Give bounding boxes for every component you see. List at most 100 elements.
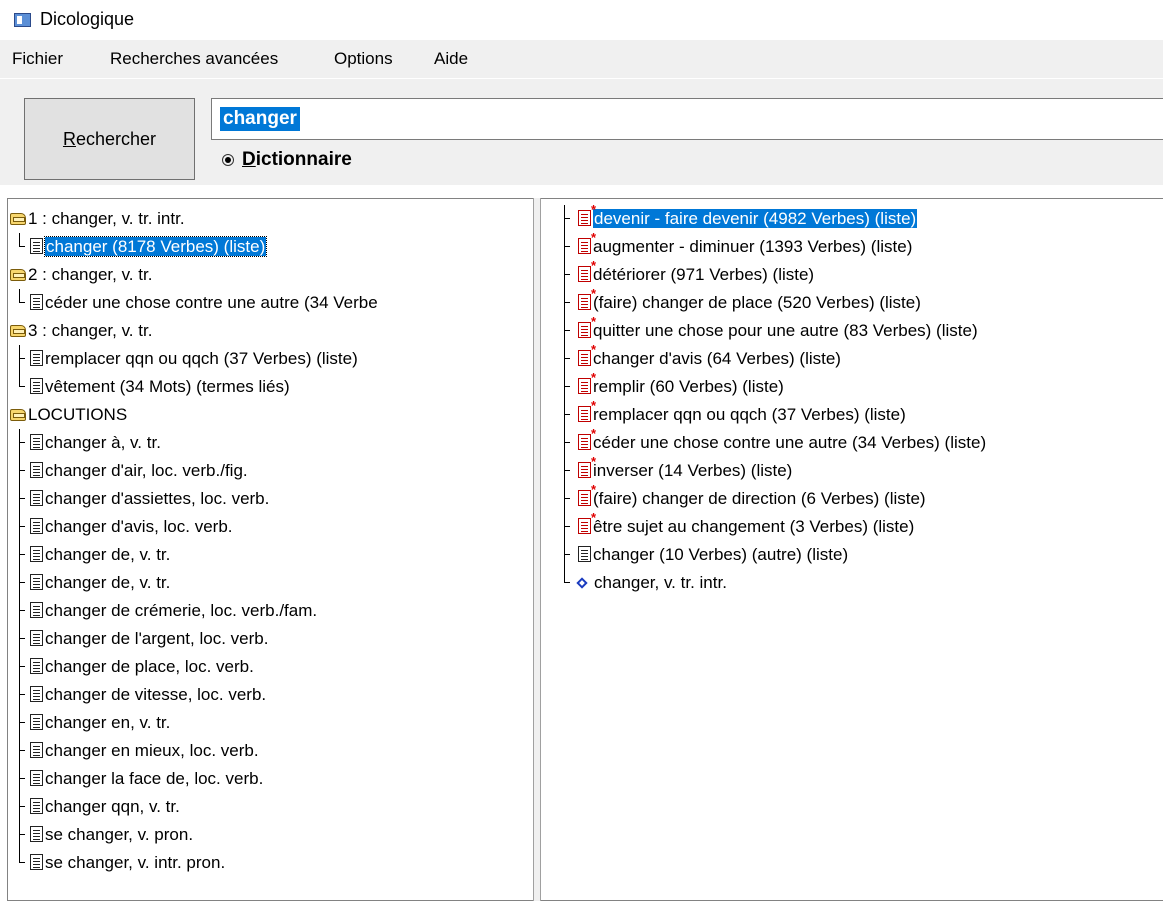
- tree-node-locutions[interactable]: LOCUTIONS: [10, 401, 127, 429]
- tree-node-label: 1 : changer, v. tr. intr.: [28, 209, 185, 228]
- tree-node-label: LOCUTIONS: [28, 405, 128, 424]
- document-icon: [30, 630, 43, 646]
- tree-connector: [14, 233, 25, 261]
- related-item-label: (faire) changer de place (520 Verbes) (l…: [593, 293, 921, 312]
- menu-aide[interactable]: Aide: [434, 49, 468, 69]
- related-item-label: remplir (60 Verbes) (liste): [593, 377, 784, 396]
- tree-node-sense-2[interactable]: 2 : changer, v. tr.: [10, 261, 152, 289]
- tree-leaf[interactable]: changer qqn, v. tr.: [30, 793, 180, 821]
- tree-connector: [559, 513, 570, 541]
- tree-leaf[interactable]: se changer, v. intr. pron.: [30, 849, 225, 877]
- tree-connector: [559, 429, 570, 457]
- related-item-label: changer d'avis (64 Verbes) (liste): [593, 349, 841, 368]
- tree-leaf-label: changer de vitesse, loc. verb.: [45, 685, 267, 704]
- document-icon: [30, 686, 43, 702]
- tree-connector: [14, 429, 25, 457]
- document-icon: [578, 546, 591, 562]
- related-item[interactable]: quitter une chose pour une autre (83 Ver…: [578, 315, 978, 345]
- related-item[interactable]: remplacer qqn ou qqch (37 Verbes) (liste…: [578, 399, 906, 429]
- tree-leaf-label: remplacer qqn ou qqch (37 Verbes) (liste…: [45, 349, 358, 368]
- related-item[interactable]: changer (10 Verbes) (autre) (liste): [578, 541, 848, 569]
- tree-connector: [14, 737, 25, 765]
- tree-connector: [559, 317, 570, 345]
- radio-label: Dictionnaire: [242, 149, 352, 171]
- search-input[interactable]: changer: [211, 98, 1163, 140]
- search-button[interactable]: Rechercher: [24, 98, 195, 180]
- open-folder-icon: [10, 269, 26, 281]
- tree-connector: [559, 569, 570, 597]
- related-item-label: céder une chose contre une autre (34 Ver…: [593, 433, 987, 452]
- red-document-icon: [578, 203, 596, 226]
- tree-leaf-label: changer de l'argent, loc. verb.: [45, 629, 269, 648]
- tree-leaf[interactable]: changer de l'argent, loc. verb.: [30, 625, 268, 653]
- document-icon: [30, 294, 43, 310]
- tree-connector: [14, 597, 25, 625]
- definition-tree[interactable]: 1 : changer, v. tr. intr. changer (8178 …: [7, 198, 540, 901]
- red-document-icon: [578, 231, 596, 254]
- tree-connector: [14, 793, 25, 821]
- tree-leaf[interactable]: changer (8178 Verbes) (liste): [30, 233, 268, 261]
- tree-leaf[interactable]: vêtement (34 Mots) (termes liés): [30, 373, 290, 401]
- related-item-definition[interactable]: changer, v. tr. intr.: [574, 569, 727, 597]
- tree-leaf[interactable]: changer à, v. tr.: [30, 429, 161, 457]
- tree-leaf[interactable]: changer la face de, loc. verb.: [30, 765, 263, 793]
- tree-leaf[interactable]: changer en, v. tr.: [30, 709, 170, 737]
- tree-node-label: 2 : changer, v. tr.: [28, 265, 153, 284]
- tree-leaf[interactable]: changer en mieux, loc. verb.: [30, 737, 259, 765]
- tree-connector: [14, 373, 25, 401]
- menu-options[interactable]: Options: [334, 49, 393, 69]
- tree-connector: [559, 457, 570, 485]
- tree-connector: [14, 765, 25, 793]
- related-item[interactable]: changer d'avis (64 Verbes) (liste): [578, 343, 841, 373]
- tree-connector: [14, 289, 25, 317]
- tree-leaf[interactable]: changer de vitesse, loc. verb.: [30, 681, 266, 709]
- search-button-mnemonic: R: [62, 128, 76, 149]
- pane-splitter[interactable]: [533, 198, 541, 901]
- tree-connector: [559, 345, 570, 373]
- tree-leaf-label: changer en mieux, loc. verb.: [45, 741, 259, 760]
- tree-node-sense-1[interactable]: 1 : changer, v. tr. intr.: [10, 205, 185, 233]
- tree-leaf[interactable]: remplacer qqn ou qqch (37 Verbes) (liste…: [30, 345, 358, 373]
- open-folder-icon: [10, 325, 26, 337]
- related-item[interactable]: augmenter - diminuer (1393 Verbes) (list…: [578, 231, 912, 261]
- tree-leaf[interactable]: changer de crémerie, loc. verb./fam.: [30, 597, 317, 625]
- related-item-label: quitter une chose pour une autre (83 Ver…: [593, 321, 978, 340]
- red-document-icon: [578, 259, 596, 282]
- tree-leaf[interactable]: changer de place, loc. verb.: [30, 653, 254, 681]
- tree-leaf[interactable]: changer d'avis, loc. verb.: [30, 513, 233, 541]
- menu-recherches-avancees[interactable]: Recherches avancées: [110, 49, 278, 69]
- tree-connector: [559, 233, 570, 261]
- related-list[interactable]: devenir - faire devenir (4982 Verbes) (l…: [541, 198, 1163, 901]
- document-icon: [30, 770, 43, 786]
- menu-fichier[interactable]: Fichier: [12, 49, 63, 69]
- related-item[interactable]: céder une chose contre une autre (34 Ver…: [578, 427, 987, 457]
- document-icon: [30, 602, 43, 618]
- related-item[interactable]: (faire) changer de place (520 Verbes) (l…: [578, 287, 921, 317]
- related-item[interactable]: inverser (14 Verbes) (liste): [578, 455, 792, 485]
- dictionnaire-radio[interactable]: Dictionnaire: [222, 149, 352, 171]
- open-folder-icon: [10, 213, 26, 225]
- related-item[interactable]: être sujet au changement (3 Verbes) (lis…: [578, 511, 914, 541]
- document-icon: [30, 798, 43, 814]
- related-item[interactable]: devenir - faire devenir (4982 Verbes) (l…: [578, 203, 918, 233]
- tree-leaf[interactable]: se changer, v. pron.: [30, 821, 193, 849]
- tree-leaf[interactable]: changer d'air, loc. verb./fig.: [30, 457, 248, 485]
- tree-leaf[interactable]: changer de, v. tr.: [30, 541, 170, 569]
- related-item[interactable]: détériorer (971 Verbes) (liste): [578, 259, 814, 289]
- tree-leaf-label: se changer, v. intr. pron.: [45, 853, 226, 872]
- tree-connector: [14, 513, 25, 541]
- tree-leaf[interactable]: céder une chose contre une autre (34 Ver…: [30, 289, 378, 317]
- tree-leaf[interactable]: changer d'assiettes, loc. verb.: [30, 485, 269, 513]
- related-item[interactable]: (faire) changer de direction (6 Verbes) …: [578, 483, 926, 513]
- document-icon: [30, 518, 43, 534]
- app-icon: [14, 13, 31, 27]
- tree-node-sense-3[interactable]: 3 : changer, v. tr.: [10, 317, 152, 345]
- tree-connector: [14, 821, 25, 849]
- tree-connector: [14, 457, 25, 485]
- tree-leaf[interactable]: changer de, v. tr.: [30, 569, 170, 597]
- related-item[interactable]: remplir (60 Verbes) (liste): [578, 371, 784, 401]
- red-document-icon: [578, 315, 596, 338]
- document-icon: [30, 378, 43, 394]
- related-item-label: changer (10 Verbes) (autre) (liste): [593, 545, 849, 564]
- radio-checked-icon[interactable]: [222, 154, 234, 166]
